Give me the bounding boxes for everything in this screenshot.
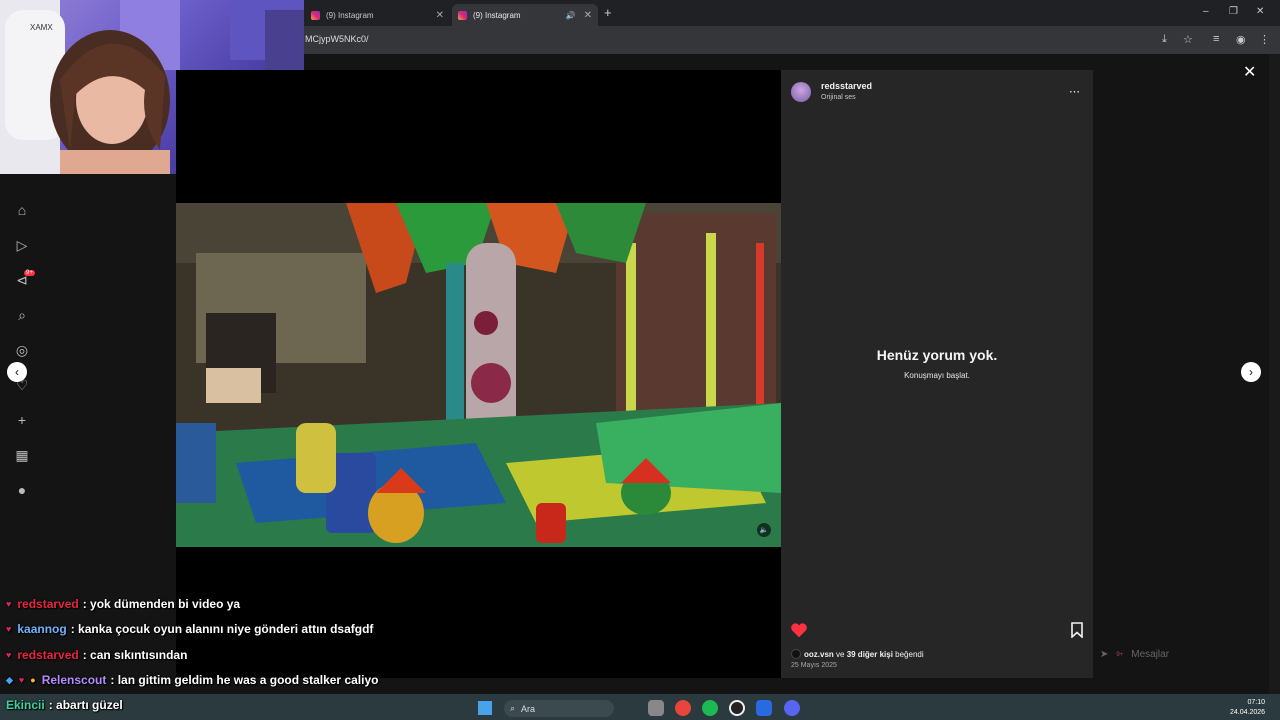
chat-message: ♥ redstarved : can sıkıntısından bbox=[6, 648, 187, 662]
profile-icon[interactable]: ◉ bbox=[1236, 33, 1246, 46]
chat-username: redstarved bbox=[17, 597, 79, 611]
profile-avatar-icon[interactable]: ● bbox=[14, 482, 30, 498]
instagram-icon bbox=[311, 10, 320, 20]
other-likers-link[interactable]: 39 diğer kişi bbox=[847, 650, 893, 659]
no-comments-title: Henüz yorum yok. bbox=[876, 347, 998, 363]
browser-menu-icon[interactable]: ⋮ bbox=[1259, 33, 1270, 46]
heart-icon: ♥ bbox=[6, 599, 12, 609]
chat-username: Relenscout bbox=[41, 673, 107, 687]
app-icon[interactable] bbox=[756, 700, 772, 716]
taskbar-search[interactable]: ⌕ Ara bbox=[504, 700, 614, 717]
chat-message: ◆ ♥ ● Relenscout : lan gittim geldim he … bbox=[6, 673, 378, 687]
windows-taskbar bbox=[0, 694, 1280, 720]
dashboard-icon[interactable]: ▦ bbox=[14, 447, 30, 463]
post-author[interactable]: redsstarved bbox=[821, 81, 872, 91]
explore-icon[interactable]: ◎ bbox=[14, 342, 30, 358]
chrome-icon[interactable] bbox=[675, 700, 691, 716]
clock-time: 07:10 bbox=[1247, 699, 1266, 706]
chat-message: ♥ redstarved : yok dümenden bi video ya bbox=[6, 597, 240, 611]
chat-text: : can sıkıntısından bbox=[82, 648, 188, 662]
gem-badge-icon: ◆ bbox=[6, 674, 13, 685]
gold-badge-icon: ● bbox=[30, 675, 36, 685]
playground-video-frame bbox=[176, 203, 781, 547]
instagram-icon bbox=[458, 10, 467, 20]
save-bookmark-icon[interactable] bbox=[1070, 622, 1084, 643]
system-clock[interactable]: 07:10 24.04.2026 bbox=[1230, 698, 1265, 718]
chat-username: kaannog bbox=[17, 622, 67, 636]
audio-playing-icon[interactable]: 🔊 bbox=[566, 11, 576, 20]
heart-icon: ♥ bbox=[6, 650, 12, 660]
next-post-button[interactable]: › bbox=[1241, 362, 1261, 382]
reels-icon[interactable]: ▷ bbox=[14, 237, 30, 253]
liked-by-suffix: beğendi bbox=[892, 649, 924, 659]
start-conversation-text: Konuşmayı başlat. bbox=[904, 371, 970, 380]
spotify-icon[interactable] bbox=[702, 700, 718, 716]
search-icon: ⌕ bbox=[510, 703, 516, 713]
messages-label: Mesajlar bbox=[1131, 649, 1170, 660]
more-options-icon[interactable]: ⋯ bbox=[1069, 85, 1081, 98]
chat-text: : yok dümenden bi video ya bbox=[82, 597, 241, 611]
liker-username[interactable]: ooz.vsn bbox=[804, 650, 834, 659]
post-video[interactable] bbox=[176, 203, 781, 547]
home-icon[interactable]: ⌂ bbox=[14, 202, 30, 218]
taskbar-search-label: Ara bbox=[521, 703, 536, 714]
messages-dock[interactable]: ➤ 9+ Mesajlar bbox=[1100, 649, 1169, 660]
tab-title: (9) Instagram bbox=[473, 10, 521, 20]
browser-tab[interactable]: (9) Instagram ✕ bbox=[305, 4, 450, 26]
discord-icon[interactable] bbox=[784, 700, 800, 716]
avatar[interactable] bbox=[791, 82, 811, 102]
liked-by-summary: ooz.vsn ve 39 diğer kişi beğendi bbox=[791, 649, 924, 659]
bookmark-star-icon[interactable]: ☆ bbox=[1183, 33, 1193, 46]
obs-icon[interactable] bbox=[729, 700, 745, 716]
page-scrollbar[interactable] bbox=[1269, 54, 1280, 694]
chat-text: : abartı güzel bbox=[48, 698, 123, 712]
messages-badge: 9+ bbox=[1116, 651, 1124, 658]
chat-username: Ekincii bbox=[6, 698, 45, 712]
svg-text:XAMX: XAMX bbox=[30, 23, 53, 32]
new-tab-icon[interactable]: + bbox=[604, 5, 612, 20]
clock-date: 24.04.2026 bbox=[1230, 709, 1266, 716]
window-close-button[interactable]: ✕ bbox=[1256, 6, 1264, 17]
install-app-icon[interactable]: ⤓ bbox=[1162, 33, 1167, 46]
mute-toggle-icon[interactable]: 🔈 bbox=[757, 523, 771, 537]
post-date: 25 Mayıs 2025 bbox=[791, 662, 837, 669]
original-audio-link[interactable]: Orijinal ses bbox=[821, 94, 856, 101]
minimize-button[interactable]: – bbox=[1203, 6, 1209, 17]
liker-avatar bbox=[791, 649, 801, 659]
chat-text: : lan gittim geldim he was a good stalke… bbox=[110, 673, 379, 687]
like-heart-icon[interactable] bbox=[790, 622, 808, 643]
liked-by-connector: ve bbox=[833, 649, 847, 659]
close-modal-icon[interactable]: ✕ bbox=[1243, 62, 1256, 82]
tab-close-icon[interactable]: ✕ bbox=[436, 10, 444, 21]
notification-badge: 9+ bbox=[24, 270, 35, 276]
file-explorer-icon[interactable] bbox=[648, 700, 664, 716]
tab-title: (9) Instagram bbox=[326, 10, 374, 20]
send-icon: ➤ bbox=[1100, 649, 1109, 660]
heart-icon: ♥ bbox=[6, 624, 12, 634]
windows-start-icon[interactable] bbox=[478, 701, 492, 715]
create-icon[interactable]: + bbox=[14, 412, 30, 428]
maximize-button[interactable]: ❐ bbox=[1229, 6, 1238, 17]
search-icon[interactable]: ⌕ bbox=[14, 307, 30, 323]
url-field[interactable]: MCjypW5NKc0/ bbox=[305, 34, 369, 44]
browser-tab-active[interactable]: (9) Instagram 🔊 ✕ bbox=[452, 4, 598, 26]
chat-message: Ekincii : abartı güzel bbox=[6, 698, 123, 712]
chat-username: redstarved bbox=[17, 648, 79, 662]
heart-icon: ♥ bbox=[18, 675, 25, 685]
media-controls-icon[interactable]: ≡ bbox=[1213, 33, 1219, 45]
chat-text: : kanka çocuk oyun alanını niye gönderi … bbox=[70, 622, 374, 636]
previous-post-button[interactable]: ‹ bbox=[7, 362, 27, 382]
chat-message: ♥ kaannog : kanka çocuk oyun alanını niy… bbox=[6, 622, 373, 636]
tab-close-icon[interactable]: ✕ bbox=[584, 10, 592, 21]
